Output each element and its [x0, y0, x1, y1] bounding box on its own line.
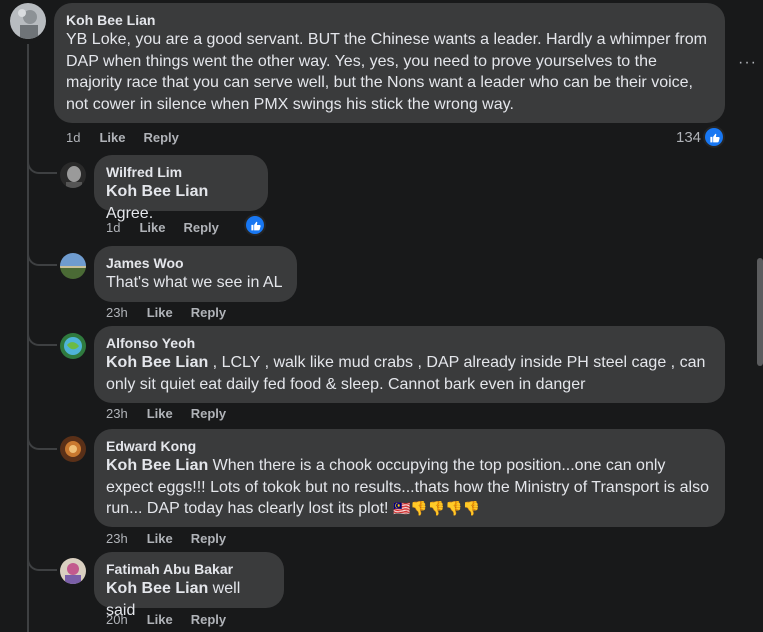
reply-bubble: James Woo That's what we see in AL: [94, 246, 297, 302]
reply-button[interactable]: Reply: [143, 130, 178, 145]
emoji-group: 🇲🇾👎👎👎👎: [392, 500, 481, 516]
mention-link[interactable]: Koh Bee Lian: [106, 354, 208, 371]
mention-link[interactable]: Koh Bee Lian: [106, 183, 208, 200]
reply-connector: [27, 248, 57, 266]
reply-bubble: Wilfred Lim Koh Bee Lian Agree.: [94, 155, 268, 222]
comment-text: YB Loke, you are a good servant. BUT the…: [66, 31, 707, 113]
reply-actions: 23h Like Reply: [106, 530, 226, 546]
reaction-count: 134: [676, 128, 702, 146]
reply-author[interactable]: James Woo: [106, 254, 285, 272]
comment-time[interactable]: 1d: [66, 130, 80, 145]
reply-time[interactable]: 23h: [106, 305, 128, 320]
like-reaction-icon[interactable]: [246, 216, 264, 234]
reply-bubble: Fatimah Abu Bakar Koh Bee Lian well said: [94, 552, 284, 619]
avatar-james-woo[interactable]: [60, 253, 86, 279]
mention-link[interactable]: Koh Bee Lian: [106, 457, 208, 474]
like-button[interactable]: Like: [147, 531, 173, 546]
reply-actions: 23h Like Reply: [106, 304, 226, 320]
comment-bubble: Koh Bee Lian YB Loke, you are a good ser…: [54, 3, 725, 123]
reply-button[interactable]: Reply: [191, 531, 226, 546]
like-reaction-icon: [705, 128, 724, 146]
reply-bubble: Edward Kong Koh Bee Lian When there is a…: [94, 429, 725, 527]
reply-author[interactable]: Wilfred Lim: [106, 163, 256, 181]
reply-actions: 1d Like Reply: [106, 219, 219, 235]
comment-actions: 1d Like Reply: [66, 129, 179, 145]
reply-bubble: Alfonso Yeoh Koh Bee Lian , LCLY , walk …: [94, 326, 725, 403]
reply-text: Koh Bee Lian , LCLY , walk like mud crab…: [106, 354, 706, 393]
reply-author[interactable]: Edward Kong: [106, 437, 713, 455]
more-options-icon[interactable]: ···: [738, 54, 757, 72]
reply-time[interactable]: 1d: [106, 220, 120, 235]
reply-time[interactable]: 23h: [106, 531, 128, 546]
like-button[interactable]: Like: [147, 612, 173, 627]
reply-author[interactable]: Alfonso Yeoh: [106, 334, 713, 352]
avatar-koh-bee-lian[interactable]: [10, 3, 46, 39]
reply-connector: [27, 328, 57, 346]
avatar-alfonso-yeoh[interactable]: [60, 333, 86, 359]
reply-button[interactable]: Reply: [191, 612, 226, 627]
reply-connector: [27, 156, 57, 174]
mention-link[interactable]: Koh Bee Lian: [106, 580, 208, 597]
reply-button[interactable]: Reply: [191, 406, 226, 421]
reply-connector: [27, 553, 57, 571]
reply-button[interactable]: Reply: [191, 305, 226, 320]
like-button[interactable]: Like: [139, 220, 165, 235]
reply-time[interactable]: 23h: [106, 406, 128, 421]
reply-author[interactable]: Fatimah Abu Bakar: [106, 560, 272, 578]
reply-text: Koh Bee Lian When there is a chook occup…: [106, 457, 709, 517]
reply-connector: [27, 432, 57, 450]
reply-time[interactable]: 20h: [106, 612, 128, 627]
avatar-fatimah-abu-bakar[interactable]: [60, 558, 86, 584]
reply-actions: 20h Like Reply: [106, 611, 226, 627]
like-button[interactable]: Like: [147, 406, 173, 421]
avatar-edward-kong[interactable]: [60, 436, 86, 462]
comment-author[interactable]: Koh Bee Lian: [66, 11, 713, 29]
scrollbar-thumb[interactable]: [757, 258, 763, 366]
reply-button[interactable]: Reply: [183, 220, 218, 235]
like-button[interactable]: Like: [99, 130, 125, 145]
like-button[interactable]: Like: [147, 305, 173, 320]
reply-text: That's what we see in AL: [106, 274, 283, 291]
reply-actions: 23h Like Reply: [106, 405, 226, 421]
avatar-wilfred-lim[interactable]: [60, 162, 86, 188]
reply-text: Koh Bee Lian Agree.: [106, 183, 209, 222]
reaction-summary[interactable]: 134: [676, 128, 724, 146]
